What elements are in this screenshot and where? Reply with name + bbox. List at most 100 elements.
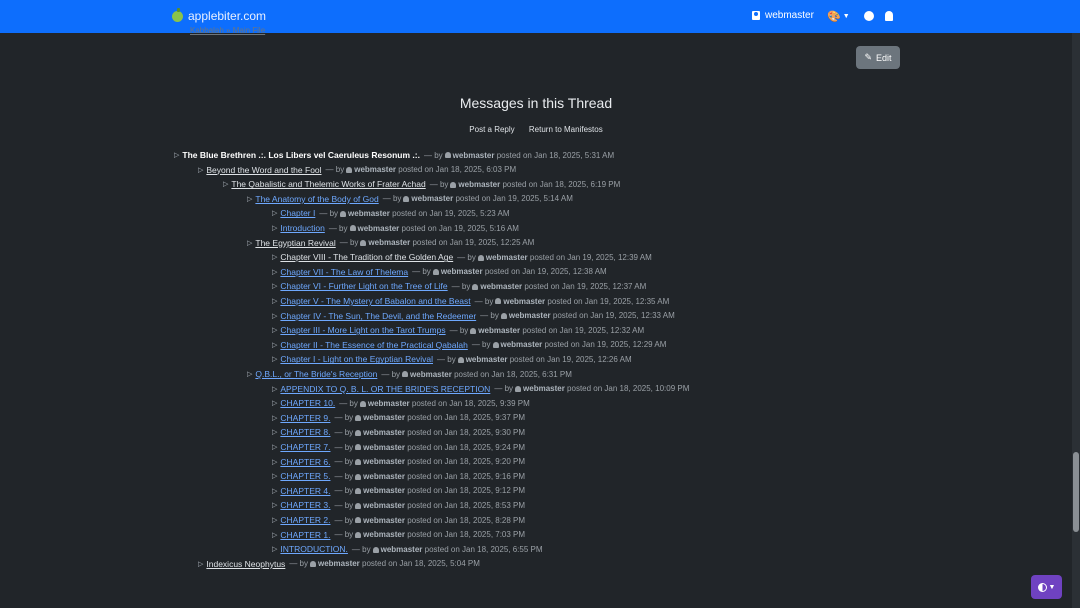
edit-label: Edit: [876, 52, 892, 63]
triangle-right-icon[interactable]: ▷: [223, 180, 228, 188]
meta-by: by: [434, 150, 443, 160]
thread-row-title[interactable]: Q.B.L., or The Bride's Reception: [255, 369, 377, 379]
thread-row: ▷ CHAPTER 10. — by webmaster posted on Jan …: [272, 396, 530, 410]
scrollbar-thumb[interactable]: [1073, 452, 1079, 532]
triangle-right-icon[interactable]: ▷: [272, 399, 277, 407]
triangle-right-icon[interactable]: ▷: [272, 253, 277, 261]
thread-row-title[interactable]: Chapter VII - The Law of Thelema: [280, 267, 408, 277]
thread-actions: Post a Reply Return to Manifestos: [0, 125, 1072, 134]
thread-row-title[interactable]: CHAPTER 7.: [280, 442, 330, 452]
ghost-icon[interactable]: [885, 11, 893, 21]
user-menu-link[interactable]: webmaster: [752, 10, 814, 21]
meta-dash: —: [334, 471, 343, 481]
triangle-right-icon[interactable]: ▷: [272, 487, 277, 495]
theme-dropdown[interactable]: 🎨 ▼: [827, 10, 850, 23]
thread-row-title[interactable]: CHAPTER 5.: [280, 471, 330, 481]
triangle-right-icon[interactable]: ▷: [272, 385, 277, 393]
author-name: webmaster: [368, 238, 411, 248]
thread-row-title[interactable]: CHAPTER 1.: [280, 530, 330, 540]
thread-row-title[interactable]: Chapter V - The Mystery of Babalon and t…: [280, 296, 470, 306]
meta-by: by: [362, 544, 371, 554]
triangle-right-icon[interactable]: ▷: [272, 531, 277, 539]
thread-row-title[interactable]: The Qabalistic and Thelemic Works of Fra…: [231, 179, 425, 189]
thread-row-title[interactable]: CHAPTER 8.: [280, 427, 330, 437]
triangle-right-icon[interactable]: ▷: [272, 209, 277, 217]
meta-dash: —: [412, 267, 421, 277]
post-date: posted on Jan 19, 2025, 12:35 AM: [547, 296, 670, 306]
triangle-right-icon[interactable]: ▷: [272, 443, 277, 451]
triangle-right-icon[interactable]: ▷: [272, 268, 277, 276]
post-reply-link[interactable]: Post a Reply: [469, 125, 514, 134]
triangle-right-icon[interactable]: ▷: [272, 516, 277, 524]
author-name: webmaster: [363, 515, 405, 525]
triangle-right-icon[interactable]: ▷: [247, 239, 252, 247]
triangle-right-icon[interactable]: ▷: [272, 355, 277, 363]
thread-row-meta: — by webmaster posted on Jan 18, 2025, 10…: [494, 384, 689, 393]
person-icon: [402, 371, 409, 378]
meta-by: by: [467, 252, 476, 262]
post-date: posted on Jan 18, 2025, 6:31 PM: [454, 369, 572, 379]
thread-row-title[interactable]: Chapter III - More Light on the Tarot Tr…: [280, 325, 445, 335]
theme-toggle-button[interactable]: ▼: [1031, 575, 1062, 599]
post-date: posted on Jan 19, 2025, 12:38 AM: [484, 267, 607, 277]
post-date: posted on Jan 19, 2025, 12:37 AM: [524, 281, 647, 291]
thread-row-title[interactable]: CHAPTER 9.: [280, 413, 330, 423]
thread-row-title[interactable]: Chapter I: [280, 208, 315, 218]
person-icon: [355, 473, 362, 480]
triangle-right-icon[interactable]: ▷: [247, 195, 252, 203]
meta-dash: —: [451, 281, 460, 291]
thread-heading: Messages in this Thread: [459, 95, 613, 111]
triangle-right-icon[interactable]: ▷: [272, 297, 277, 305]
thread-row-title[interactable]: Chapter II - The Essence of the Practica…: [280, 340, 467, 350]
edit-button[interactable]: ✎ Edit: [856, 46, 900, 69]
thread-row-title[interactable]: INTRODUCTION.: [280, 544, 348, 554]
author-name: webmaster: [363, 486, 405, 496]
triangle-right-icon[interactable]: ▷: [198, 166, 203, 174]
triangle-right-icon[interactable]: ▷: [272, 414, 277, 422]
thread-row-meta: — by webmaster posted on Jan 18, 2025, 9:…: [334, 472, 525, 481]
triangle-right-icon[interactable]: ▷: [272, 282, 277, 290]
thread-row-title[interactable]: Chapter I - Light on the Egyptian Reviva…: [280, 354, 433, 364]
meta-dash: —: [381, 369, 390, 379]
thread-row-title[interactable]: CHAPTER 6.: [280, 457, 330, 467]
triangle-right-icon[interactable]: ▷: [272, 472, 277, 480]
triangle-right-icon[interactable]: ▷: [272, 326, 277, 334]
triangle-right-icon[interactable]: ▷: [272, 545, 277, 553]
triangle-right-icon[interactable]: ▷: [272, 312, 277, 320]
github-icon[interactable]: [864, 11, 874, 21]
thread-row-title[interactable]: The Anatomy of the Body of God: [255, 194, 378, 204]
thread-row-title[interactable]: Chapter VI - Further Light on the Tree o…: [280, 281, 447, 291]
thread-row-title[interactable]: CHAPTER 4.: [280, 486, 330, 496]
triangle-right-icon[interactable]: ▷: [272, 428, 277, 436]
return-link[interactable]: Return to Manifestos: [529, 125, 603, 134]
thread-row-title[interactable]: CHAPTER 2.: [280, 515, 330, 525]
brand-link[interactable]: applebiter.com: [172, 7, 266, 23]
triangle-right-icon[interactable]: ▷: [198, 560, 203, 568]
triangle-right-icon[interactable]: ▷: [247, 370, 252, 378]
triangle-right-icon[interactable]: ▷: [174, 151, 179, 159]
meta-dash: —: [325, 165, 334, 175]
meta-dash: —: [328, 223, 337, 233]
triangle-right-icon[interactable]: ▷: [272, 341, 277, 349]
thread-row: ▷ Chapter I - Light on the Egyptian Reviv…: [272, 352, 632, 366]
author-name: webmaster: [363, 413, 405, 423]
thread-row-title[interactable]: Chapter VIII - The Tradition of the Gold…: [280, 252, 453, 262]
thread-row-title[interactable]: Chapter IV - The Sun, The Devil, and the…: [280, 311, 476, 321]
triangle-right-icon[interactable]: ▷: [272, 501, 277, 509]
thread-row: ▷ Introduction — by webmaster posted on Jan…: [272, 221, 519, 235]
thread-row-title[interactable]: Indexicus Neophytus: [206, 559, 285, 569]
triangle-right-icon[interactable]: ▷: [272, 458, 277, 466]
author-name: webmaster: [440, 267, 483, 277]
meta-by: by: [349, 238, 359, 248]
meta-by: by: [391, 369, 401, 379]
thread-row-title[interactable]: Introduction: [280, 223, 324, 233]
triangle-right-icon[interactable]: ▷: [272, 224, 277, 232]
thread-row-title[interactable]: Beyond the Word and the Fool: [206, 165, 321, 175]
thread-row-title[interactable]: CHAPTER 3.: [280, 500, 330, 510]
thread-row-title[interactable]: APPENDIX TO Q. B. L. OR THE BRIDE'S RECE…: [280, 384, 490, 394]
breadcrumb[interactable]: Kabbalah » Main File: [190, 26, 265, 35]
thread-row: ▷ CHAPTER 1. — by webmaster posted on Jan 1…: [272, 528, 525, 542]
thread-row-title[interactable]: The Blue Brethren .:. Los Libers vel Cae…: [182, 150, 420, 160]
thread-row-title[interactable]: The Egyptian Revival: [255, 238, 335, 248]
thread-row-title[interactable]: CHAPTER 10.: [280, 398, 335, 408]
